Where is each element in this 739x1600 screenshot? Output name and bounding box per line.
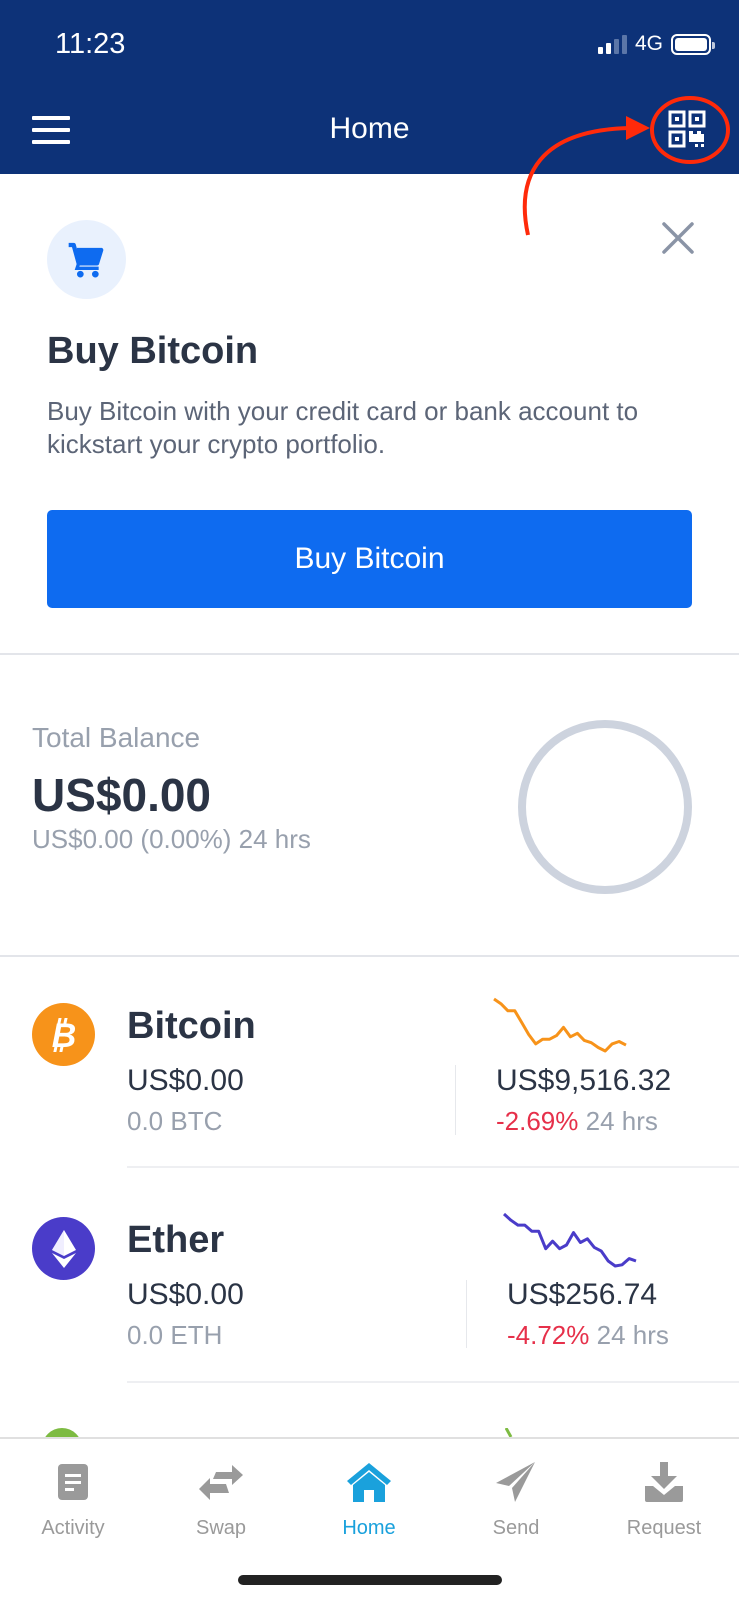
status-indicators: 4G <box>597 32 715 56</box>
bitcoin-icon: B <box>32 1003 95 1066</box>
home-icon <box>344 1457 394 1507</box>
price-sparkline <box>502 1212 637 1268</box>
shopping-cart-icon <box>68 242 103 277</box>
status-time: 11:23 <box>55 28 126 60</box>
send-paper-plane-icon <box>491 1457 541 1507</box>
price-sparkline <box>493 997 627 1053</box>
tab-label: Swap <box>195 1517 247 1539</box>
tab-activity[interactable]: Activity <box>13 1457 133 1547</box>
tab-label: Home <box>342 1517 396 1539</box>
tab-home[interactable]: Home <box>309 1457 429 1547</box>
asset-change: -2.69% 24 hrs <box>496 1106 658 1137</box>
promo-icon-badge <box>47 220 126 299</box>
total-balance-label: Total Balance <box>32 722 201 753</box>
total-balance-change: US$0.00 (0.00%) 24 hrs <box>32 824 311 854</box>
asset-change-percent: -2.69% <box>496 1106 579 1136</box>
row-divider <box>127 1381 739 1383</box>
request-download-icon <box>639 1457 689 1507</box>
swap-arrows-icon <box>196 1457 246 1507</box>
column-separator <box>455 1065 456 1135</box>
sparkline-path <box>493 997 627 1053</box>
asset-price: US$256.74 <box>507 1278 658 1311</box>
row-divider <box>127 1166 739 1168</box>
asset-crypto-balance: 0.0 ETH <box>127 1320 223 1350</box>
asset-crypto-balance: 0.0 BTC <box>127 1106 223 1136</box>
app-header: 11:23 4G Home <box>0 0 739 174</box>
home-indicator <box>238 1575 502 1585</box>
qr-scan-button[interactable] <box>668 110 706 148</box>
asset-price: US$9,516.32 <box>496 1064 672 1097</box>
page-title: Home <box>329 112 410 145</box>
promo-title: Buy Bitcoin <box>47 330 259 372</box>
close-icon <box>662 222 694 254</box>
ether-icon <box>32 1217 95 1280</box>
network-type: 4G <box>634 32 663 55</box>
asset-fiat-balance: US$0.00 <box>127 1064 244 1097</box>
battery-icon <box>671 33 715 55</box>
tab-send[interactable]: Send <box>456 1457 576 1547</box>
qr-code-scan-icon <box>668 110 706 148</box>
signal-icon <box>597 34 627 54</box>
asset-name: Bitcoin <box>127 1005 256 1047</box>
asset-change-period: 24 hrs <box>585 1106 658 1136</box>
section-divider <box>0 653 739 655</box>
tab-label: Send <box>492 1517 540 1539</box>
section-divider <box>0 955 739 957</box>
tab-label: Activity <box>41 1517 105 1539</box>
next-asset-sparkline <box>505 1428 513 1437</box>
balance-donut-chart <box>518 720 692 894</box>
tab-request[interactable]: Request <box>604 1457 724 1547</box>
promo-description: Buy Bitcoin with your credit card or ban… <box>47 396 639 459</box>
buy-bitcoin-button[interactable]: Buy Bitcoin <box>47 510 692 608</box>
sparkline-path <box>502 1212 637 1268</box>
activity-document-icon <box>48 1457 98 1507</box>
asset-change-period: 24 hrs <box>596 1320 669 1350</box>
asset-fiat-balance: US$0.00 <box>127 1278 244 1311</box>
tab-swap[interactable]: Swap <box>161 1457 281 1547</box>
column-separator <box>466 1280 467 1348</box>
total-balance-value: US$0.00 <box>32 769 212 821</box>
tab-label: Request <box>626 1517 702 1539</box>
asset-name: Ether <box>127 1219 225 1261</box>
asset-change: -4.72% 24 hrs <box>507 1320 669 1351</box>
asset-change-percent: -4.72% <box>507 1320 590 1350</box>
close-promo-button[interactable] <box>660 220 696 256</box>
